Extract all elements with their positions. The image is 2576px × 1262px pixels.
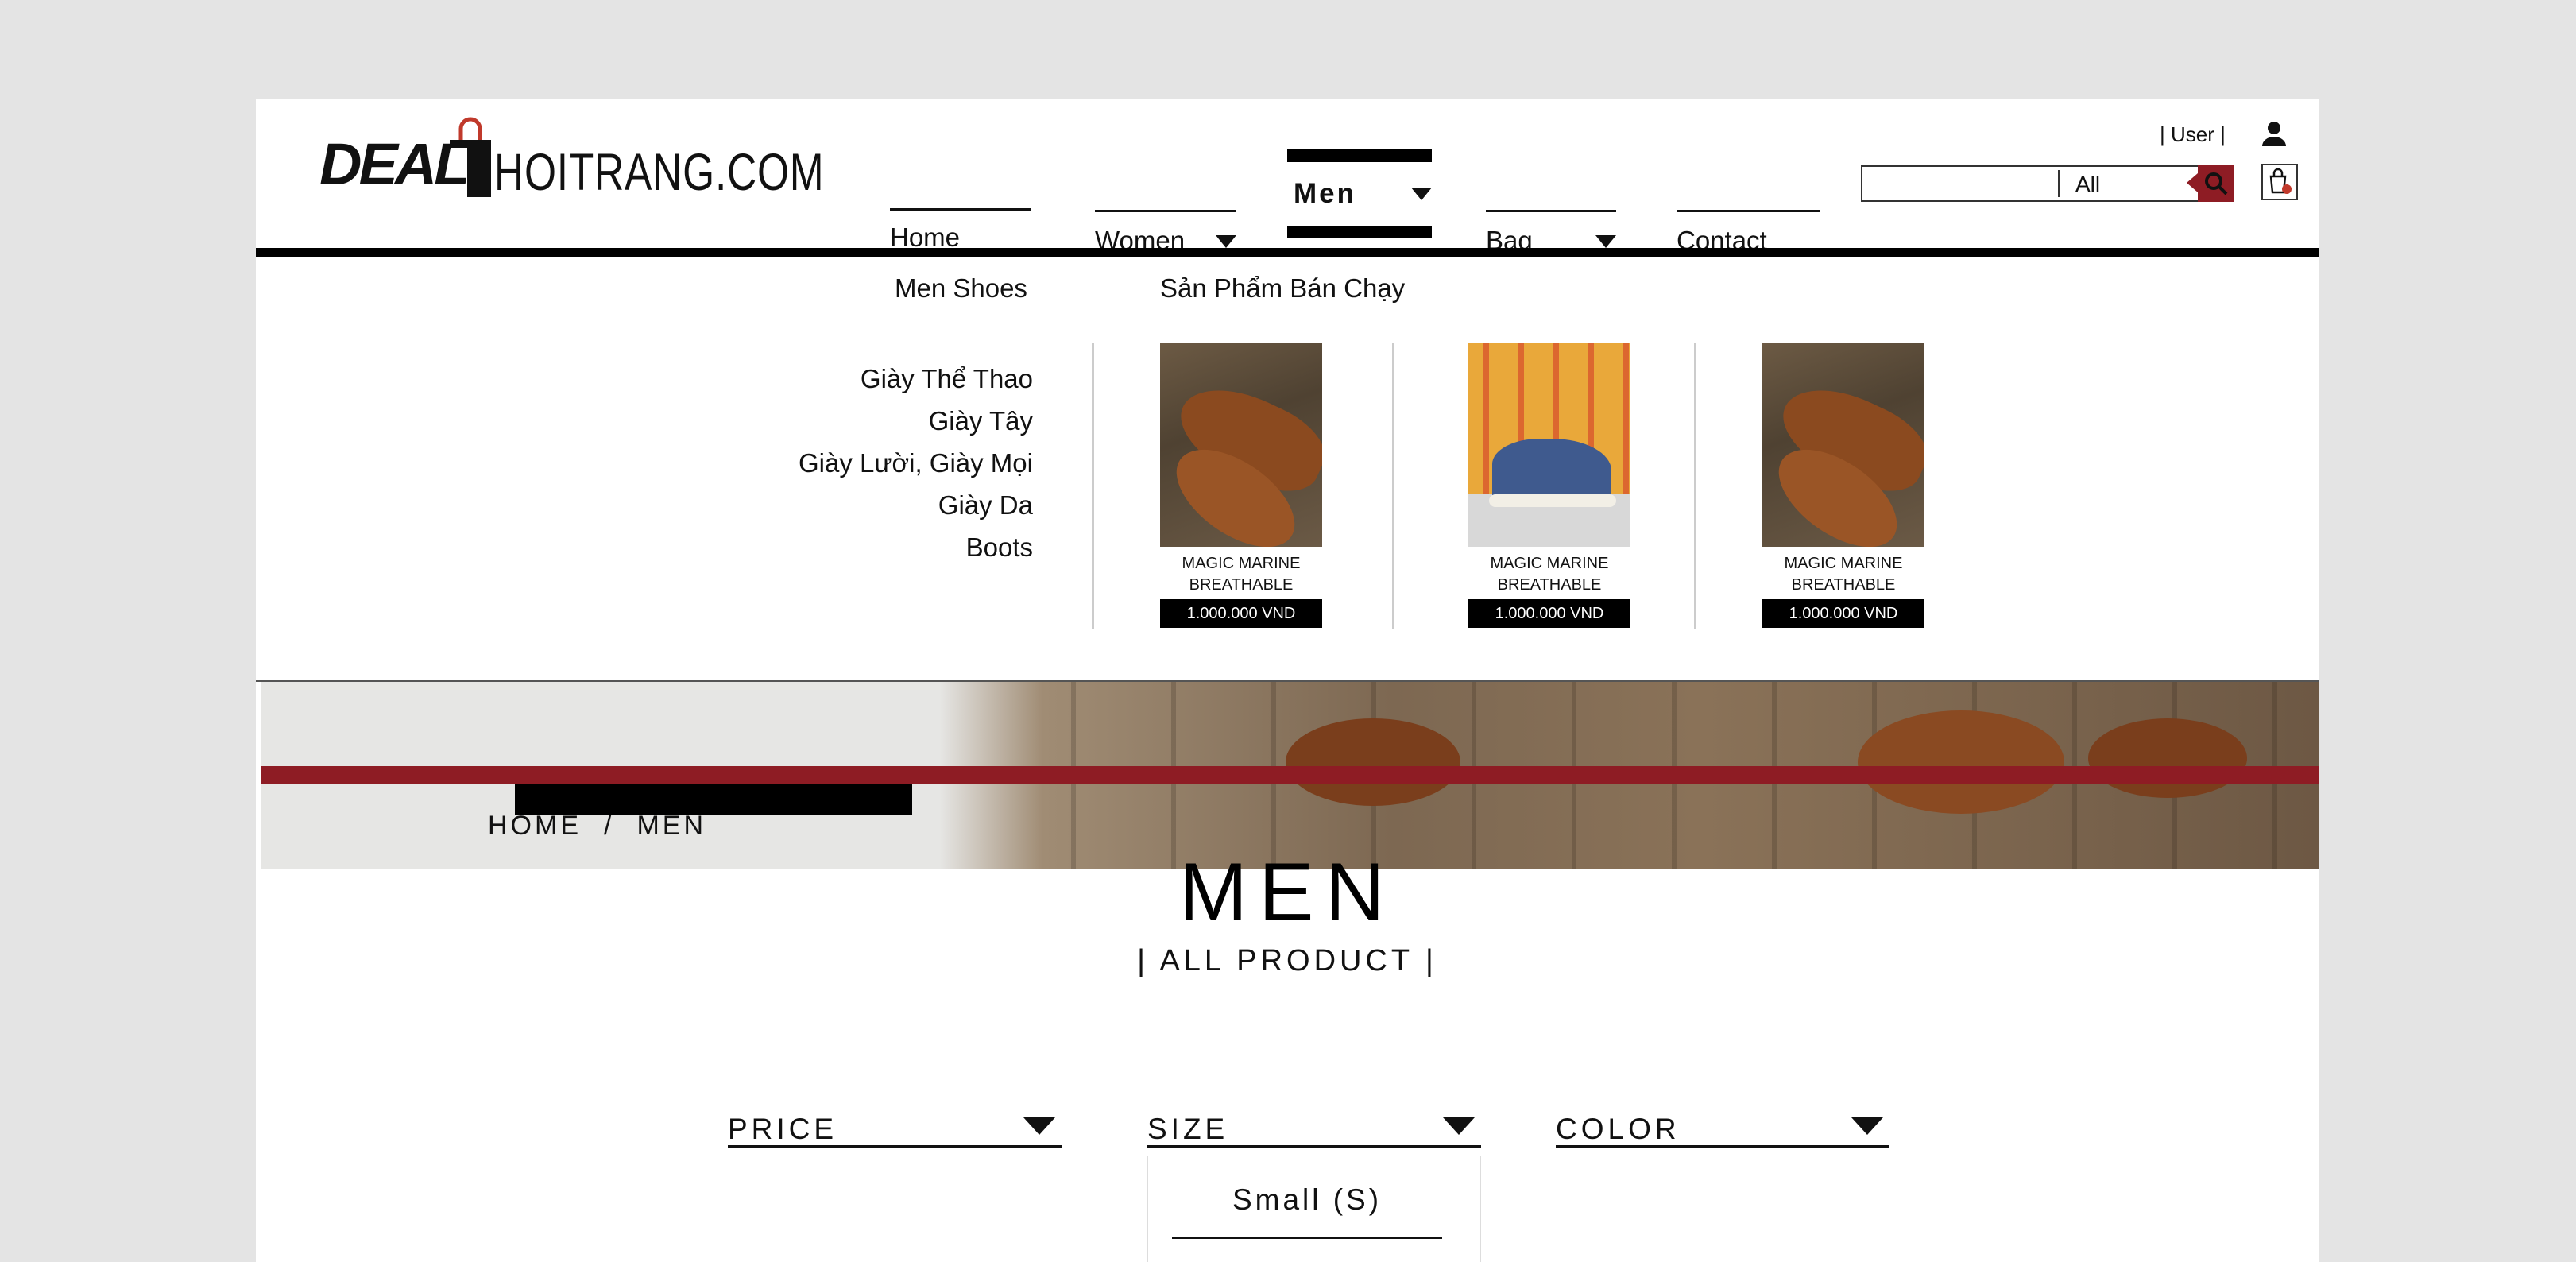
accent-band [261,766,2319,784]
chevron-down-icon [1023,1117,1055,1135]
nav-home[interactable]: Home [890,146,1031,252]
nav-men[interactable]: Men [1287,149,1432,238]
product-card[interactable]: MAGIC MARINE BREATHABLE 1.000.000 VND [1468,343,1630,628]
product-price: 1.000.000 VND [1468,599,1630,628]
mega-link-sport-shoes[interactable]: Giày Thể Thao [861,364,1033,394]
product-name: MAGIC MARINE BREATHABLE [1182,555,1301,594]
mega-title-men-shoes: Men Shoes [895,273,1027,303]
mega-link-dress-shoes[interactable]: Giày Tây [929,406,1033,436]
product-image [1762,343,1924,547]
men-mega-menu: Men Shoes Sản Phẩm Bán Chạy Giày Thể Tha… [256,257,2319,682]
size-option-small[interactable]: Small (S) [1172,1156,1442,1239]
user-icon[interactable] [2260,119,2288,148]
nav-contact[interactable]: Contact [1677,146,1820,255]
chevron-down-icon [1216,235,1236,248]
chevron-down-icon [1411,188,1432,200]
site-logo[interactable]: DEAL HOITRANG.COM [319,116,828,211]
product-price: 1.000.000 VND [1762,599,1924,628]
search-button[interactable] [2187,165,2234,202]
mega-link-leather-shoes[interactable]: Giày Da [938,490,1033,521]
shopping-bag-logo-icon [450,117,491,197]
price-filter-label: PRICE [728,1113,838,1145]
breadcrumb: HOME / MEN [488,811,729,842]
cart-button[interactable] [2261,164,2298,200]
nav-women[interactable]: Women [1095,146,1236,255]
page-subtitle: | ALL PRODUCT | [1137,944,1437,977]
breadcrumb-home[interactable]: HOME [488,811,582,841]
product-card[interactable]: MAGIC MARINE BREATHABLE 1.000.000 VND [1160,343,1322,628]
product-name: MAGIC MARINE BREATHABLE [1490,555,1609,594]
size-filter-label: SIZE [1147,1113,1229,1145]
chevron-down-icon [1595,235,1616,248]
chevron-down-icon [1851,1117,1883,1135]
price-filter[interactable]: PRICE [728,1109,1062,1148]
mega-title-best-sellers: Sản Phẩm Bán Chạy [1160,273,1406,303]
nav-bag[interactable]: Bag [1486,146,1616,255]
breadcrumb-separator: / [604,811,615,841]
search-category-select[interactable]: All [2075,172,2100,197]
page: DEAL HOITRANG.COM Home Women Men Bag Con… [256,99,2319,1262]
product-card[interactable]: MAGIC MARINE BREATHABLE 1.000.000 VND [1762,343,1924,628]
mega-link-boots[interactable]: Boots [966,532,1033,563]
product-price: 1.000.000 VND [1160,599,1322,628]
logo-domain-text: HOITRANG.COM [494,142,825,201]
search-input[interactable]: All [1861,165,2234,202]
product-image [1468,343,1630,547]
shopping-bag-icon [2269,168,2292,194]
product-name: MAGIC MARINE BREATHABLE [1784,555,1903,594]
chevron-down-icon [1443,1117,1475,1135]
color-filter[interactable]: COLOR [1556,1109,1889,1148]
nav-men-label: Men [1294,178,1356,209]
header-divider [256,248,2319,257]
logo-deal-text: DEAL [319,131,470,197]
size-dropdown: Small (S) [1147,1156,1481,1262]
product-image [1160,343,1322,547]
search-icon [2205,172,2228,195]
user-account-link[interactable]: | User | [2160,122,2226,147]
breadcrumb-current: MEN [636,811,707,841]
page-title: MEN [1178,846,1396,939]
color-filter-label: COLOR [1556,1113,1681,1145]
mega-link-loafers[interactable]: Giày Lười, Giày Mọi [799,448,1033,478]
size-filter[interactable]: SIZE [1147,1109,1481,1148]
